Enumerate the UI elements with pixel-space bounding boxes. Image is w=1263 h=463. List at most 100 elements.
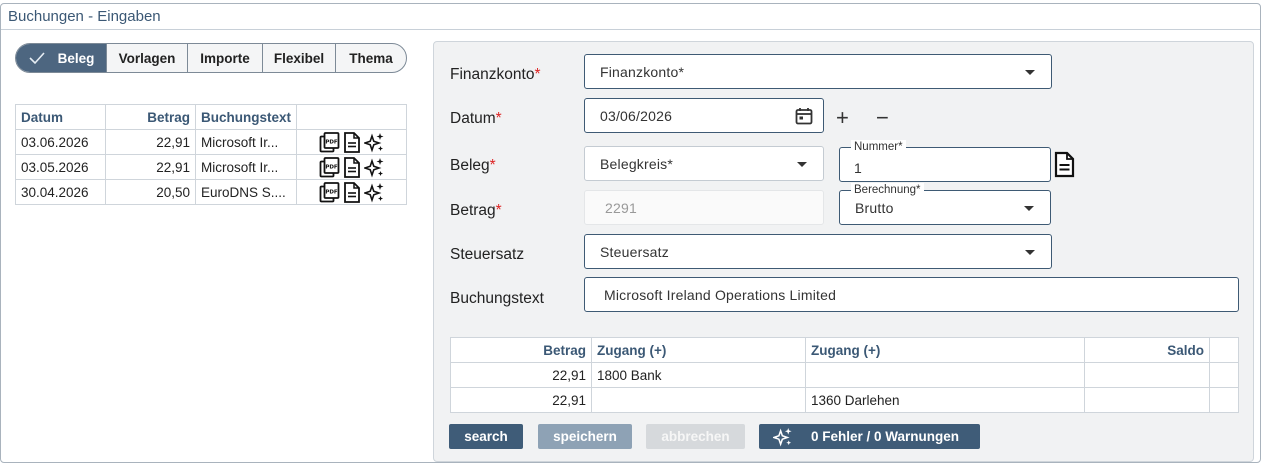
tab-label: Thema — [349, 50, 393, 66]
cell-betrag: 22,91 — [450, 387, 592, 413]
tab-beleg[interactable]: Beleg — [16, 44, 106, 72]
column-header-saldo: Saldo — [1084, 337, 1210, 363]
steuersatz-select[interactable]: Steuersatz — [584, 234, 1052, 269]
belegkreis-select[interactable]: Belegkreis* — [584, 146, 824, 181]
table-row[interactable]: 22,91 1800 Bank — [450, 362, 1239, 388]
cell-actions: PDF — [296, 154, 407, 180]
tab-flexibel[interactable]: Flexibel — [262, 44, 335, 72]
document-icon[interactable] — [343, 131, 361, 153]
calendar-icon[interactable] — [795, 107, 813, 125]
column-header-actions — [296, 104, 407, 130]
cell-extra — [1209, 362, 1239, 388]
booking-form-panel: Finanzkonto* Finanzkonto* Datum* 03/06/2… — [433, 41, 1254, 462]
steuersatz-placeholder: Steuersatz — [600, 243, 669, 260]
table-header-row: Betrag Zugang (+) Zugang (+) Saldo — [450, 337, 1239, 363]
pdf-copy-icon[interactable]: PDF — [319, 131, 340, 153]
cell-zugang: 1360 Darlehen — [805, 387, 1085, 413]
save-button[interactable]: speichern — [538, 424, 632, 449]
cell-betrag: 22,91 — [450, 362, 592, 388]
datum-value: 03/06/2026 — [600, 107, 673, 124]
cell-extra — [1209, 387, 1239, 413]
column-header-extra — [1209, 337, 1239, 363]
svg-text:PDF: PDF — [325, 164, 338, 170]
cell-actions: PDF — [296, 129, 407, 155]
nummer-value: 1 — [854, 159, 862, 176]
document-icon[interactable] — [343, 156, 361, 178]
column-header-zugang: Zugang (+) — [591, 337, 806, 363]
nummer-label: Nummer* — [851, 140, 906, 154]
plus-button[interactable]: + — [836, 107, 849, 129]
search-button[interactable]: search — [449, 424, 523, 449]
tab-vorlagen[interactable]: Vorlagen — [106, 44, 187, 72]
cell-text: EuroDNS S.... — [194, 179, 298, 205]
cell-saldo — [1084, 362, 1210, 388]
tab-importe[interactable]: Importe — [187, 44, 262, 72]
cell-datum: 30.04.2026 — [15, 179, 106, 205]
status-label: 0 Fehler / 0 Warnungen — [811, 429, 960, 444]
belegkreis-placeholder: Belegkreis* — [600, 155, 674, 172]
table-row[interactable]: 03.06.2026 22,91 Microsoft Ir... PDF — [15, 129, 407, 155]
minus-button[interactable]: − — [876, 107, 889, 129]
pdf-copy-icon[interactable]: PDF — [319, 181, 340, 203]
sparkle-icon[interactable] — [363, 132, 385, 153]
table-row[interactable]: 03.05.2026 22,91 Microsoft Ir... PDF — [15, 154, 407, 180]
pdf-copy-icon[interactable]: PDF — [319, 156, 340, 178]
chevron-down-icon — [797, 161, 807, 167]
cell-text: Microsoft Ir... — [194, 129, 298, 155]
svg-text:PDF: PDF — [325, 189, 338, 195]
column-header-datum[interactable]: Datum — [15, 104, 106, 130]
cell-text: Microsoft Ir... — [194, 154, 298, 180]
split-table: Betrag Zugang (+) Zugang (+) Saldo 22,91… — [450, 337, 1239, 413]
cell-saldo — [1084, 387, 1210, 413]
berechnung-select[interactable]: Berechnung* Brutto — [839, 183, 1051, 225]
cell-zugang — [805, 362, 1085, 388]
sparkle-icon[interactable] — [363, 157, 385, 178]
finanzkonto-select[interactable]: Finanzkonto* — [584, 54, 1052, 89]
tab-thema[interactable]: Thema — [335, 44, 406, 72]
chevron-down-icon — [1025, 69, 1035, 75]
chevron-down-icon — [1025, 249, 1035, 255]
svg-text:PDF: PDF — [325, 139, 338, 145]
tab-label: Beleg — [57, 50, 95, 66]
cell-betrag: 20,50 — [105, 179, 196, 205]
tab-label: Flexibel — [273, 50, 325, 66]
betrag-label: Betrag* — [450, 202, 502, 219]
table-header-row: Datum Betrag Buchungstext — [15, 104, 407, 130]
check-icon — [29, 52, 45, 65]
sparkle-icon — [773, 427, 792, 446]
column-header-buchungstext[interactable]: Buchungstext — [194, 104, 298, 130]
chevron-down-icon — [1024, 205, 1034, 211]
column-header-betrag[interactable]: Betrag — [105, 104, 196, 130]
column-header-zugang: Zugang (+) — [805, 337, 1085, 363]
tab-label: Vorlagen — [118, 50, 176, 66]
sparkle-icon[interactable] — [363, 182, 385, 203]
finanzkonto-label: Finanzkonto* — [450, 66, 541, 83]
finanzkonto-placeholder: Finanzkonto* — [600, 63, 685, 80]
table-row[interactable]: 22,91 1360 Darlehen — [450, 387, 1239, 413]
steuersatz-label: Steuersatz — [450, 246, 525, 263]
buchungstext-input[interactable]: Microsoft Ireland Operations Limited — [584, 277, 1239, 312]
document-icon[interactable] — [1053, 151, 1075, 178]
column-header-betrag: Betrag — [450, 337, 592, 363]
cell-betrag: 22,91 — [105, 154, 196, 180]
cell-zugang — [591, 387, 806, 413]
document-icon[interactable] — [343, 181, 361, 203]
cell-betrag: 22,91 — [105, 129, 196, 155]
betrag-input[interactable]: 2291 — [584, 190, 824, 225]
nummer-input[interactable]: Nummer* 1 — [839, 140, 1051, 182]
mode-tabs: Beleg Vorlagen Importe Flexibel Thema — [15, 43, 407, 73]
datum-input[interactable]: 03/06/2026 — [584, 98, 824, 133]
table-row[interactable]: 30.04.2026 20,50 EuroDNS S.... PDF — [15, 179, 407, 205]
beleg-label: Beleg* — [450, 157, 496, 174]
cell-zugang: 1800 Bank — [591, 362, 806, 388]
betrag-value: 2291 — [605, 199, 637, 216]
buchungstext-value: Microsoft Ireland Operations Limited — [604, 286, 837, 303]
buchungstext-label: Buchungstext — [450, 290, 544, 307]
bookings-table: Datum Betrag Buchungstext 03.06.2026 22,… — [15, 104, 407, 205]
bookings-window: Buchungen - Eingaben Beleg Vorlagen Impo… — [0, 3, 1261, 463]
berechnung-value: Brutto — [855, 199, 894, 216]
status-button[interactable]: 0 Fehler / 0 Warnungen — [759, 424, 980, 449]
datum-label: Datum* — [450, 110, 502, 127]
cancel-button[interactable]: abbrechen — [646, 424, 745, 449]
cell-datum: 03.05.2026 — [15, 154, 106, 180]
